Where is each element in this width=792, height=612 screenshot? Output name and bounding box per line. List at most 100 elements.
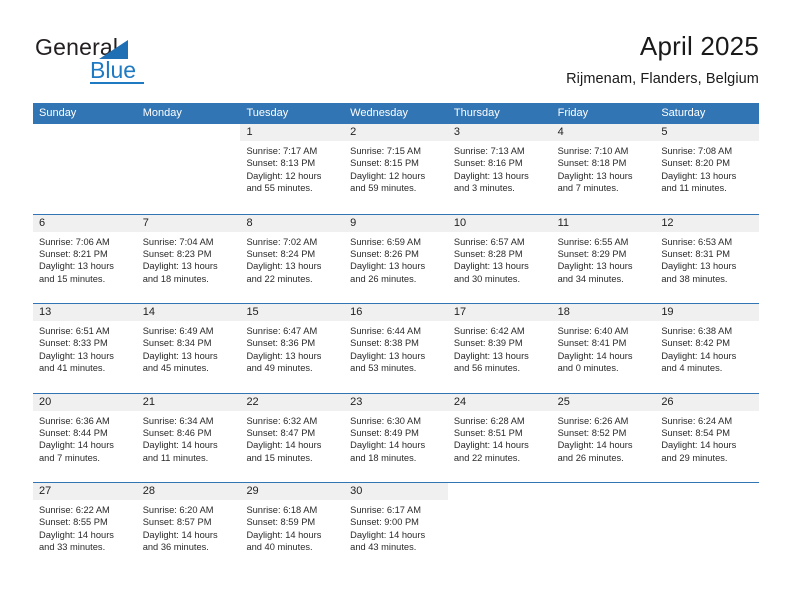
general-blue-logo[interactable]: General Blue: [33, 34, 213, 92]
day-sunset-text: Sunset: 8:55 PM: [39, 517, 108, 528]
day-sunrise-text: Sunrise: 6:57 AM: [453, 236, 525, 247]
day-sunrise-text: Sunrise: 6:42 AM: [453, 326, 525, 336]
day-cell-7[interactable]: 7 Sunrise: 7:04 AM Sunset: 8:23 PM Daylight…: [136, 214, 241, 304]
day-info: Sunrise: 6:26 AM Sunset: 8:52 PM Daylight:…: [552, 411, 656, 465]
day-daylight1-text: Daylight: 14 hours: [661, 350, 737, 361]
day-sunrise-text: Sunrise: 6:26 AM: [557, 415, 629, 426]
day-sunset-text: Sunset: 8:36 PM: [246, 338, 316, 349]
calendar-week-row: 27 Sunrise: 6:22 AM Sunset: 8:55 PM Dayligh…: [33, 482, 759, 572]
day-number: [655, 483, 759, 500]
day-daylight2-text: and 38 minutes.: [661, 273, 728, 284]
day-info: [137, 141, 241, 145]
day-daylight2-text: and 4 minutes.: [661, 363, 723, 374]
day-info: Sunrise: 6:17 AM Sunset: 9:00 PM Daylight:…: [344, 500, 448, 554]
day-daylight2-text: and 49 minutes.: [246, 363, 313, 374]
day-cell-25[interactable]: 25 Sunrise: 6:26 AM Sunset: 8:52 PM Dayligh…: [551, 393, 656, 483]
day-number: 4: [551, 124, 656, 141]
day-cell-23[interactable]: 23 Sunrise: 6:30 AM Sunset: 8:49 PM Dayligh…: [344, 393, 448, 483]
day-info: Sunrise: 7:04 AM Sunset: 8:23 PM Daylight:…: [137, 232, 241, 286]
day-cell-16[interactable]: 16 Sunrise: 6:44 AM Sunset: 8:38 PM Dayligh…: [344, 304, 448, 393]
day-sunset-text: Sunset: 8:20 PM: [661, 158, 731, 169]
day-cell-14[interactable]: 14 Sunrise: 6:49 AM Sunset: 8:34 PM Dayligh…: [136, 304, 241, 393]
day-sunset-text: Sunset: 8:23 PM: [142, 248, 212, 259]
day-cell-21[interactable]: 21 Sunrise: 6:34 AM Sunset: 8:46 PM Dayligh…: [136, 393, 241, 483]
day-sunset-text: Sunset: 8:29 PM: [557, 248, 627, 259]
day-cell-18[interactable]: 18 Sunrise: 6:40 AM Sunset: 8:41 PM Dayligh…: [551, 304, 656, 393]
day-number: 1: [240, 124, 345, 141]
day-daylight1-text: Daylight: 12 hours: [350, 170, 426, 181]
day-cell-13[interactable]: 13 Sunrise: 6:51 AM Sunset: 8:33 PM Dayligh…: [33, 304, 137, 393]
day-sunrise-text: Sunrise: 6:32 AM: [246, 415, 318, 426]
day-daylight2-text: and 29 minutes.: [661, 452, 728, 463]
day-sunrise-text: Sunrise: 6:55 AM: [557, 236, 629, 247]
logo-text-blue: Blue: [90, 57, 137, 83]
day-cell-10[interactable]: 10 Sunrise: 6:57 AM Sunset: 8:28 PM Dayligh…: [447, 214, 552, 304]
page-title: April 2025: [639, 31, 759, 61]
day-daylight1-text: Daylight: 14 hours: [246, 440, 322, 451]
day-cell-29[interactable]: 29 Sunrise: 6:18 AM Sunset: 8:59 PM Dayligh…: [240, 483, 345, 572]
day-number: 28: [136, 483, 241, 500]
day-daylight1-text: Daylight: 14 hours: [39, 440, 114, 451]
day-info: Sunrise: 6:24 AM Sunset: 8:54 PM Daylight:…: [655, 411, 759, 465]
day-cell-17[interactable]: 17 Sunrise: 6:42 AM Sunset: 8:39 PM Dayligh…: [447, 304, 552, 393]
day-number: 20: [33, 393, 137, 411]
day-info: Sunrise: 6:53 AM Sunset: 8:31 PM Daylight:…: [655, 232, 759, 286]
day-cell-8[interactable]: 8 Sunrise: 7:02 AM Sunset: 8:24 PM Daylight…: [240, 214, 345, 304]
day-sunrise-text: Sunrise: 6:59 AM: [350, 236, 421, 247]
day-sunset-text: Sunset: 8:42 PM: [661, 338, 731, 349]
day-daylight2-text: and 36 minutes.: [142, 542, 209, 553]
day-info: Sunrise: 6:51 AM Sunset: 8:33 PM Daylight:…: [33, 321, 137, 375]
day-cell-19[interactable]: 19 Sunrise: 6:38 AM Sunset: 8:42 PM Dayligh…: [655, 304, 760, 393]
day-sunset-text: Sunset: 8:33 PM: [39, 338, 108, 349]
day-cell-28[interactable]: 28 Sunrise: 6:20 AM Sunset: 8:57 PM Dayligh…: [136, 483, 241, 572]
day-number: 25: [551, 393, 656, 411]
day-number: 24: [447, 393, 552, 411]
day-cell-22[interactable]: 22 Sunrise: 6:32 AM Sunset: 8:47 PM Dayligh…: [240, 393, 345, 483]
day-cell-11[interactable]: 11 Sunrise: 6:55 AM Sunset: 8:29 PM Dayligh…: [551, 214, 656, 304]
weekday-header-saturday: Saturday: [661, 107, 706, 119]
day-daylight1-text: Daylight: 14 hours: [142, 440, 218, 451]
day-cell-5[interactable]: 5 Sunrise: 7:08 AM Sunset: 8:20 PM Daylight…: [655, 124, 760, 214]
weekday-header-wednesday: Wednesday: [350, 107, 409, 119]
day-number: 16: [344, 304, 448, 321]
day-cell-24[interactable]: 24 Sunrise: 6:28 AM Sunset: 8:51 PM Dayligh…: [447, 393, 552, 483]
day-cell-2[interactable]: 2 Sunrise: 7:15 AM Sunset: 8:15 PM Daylight…: [344, 124, 448, 214]
day-cell-26[interactable]: 26 Sunrise: 6:24 AM Sunset: 8:54 PM Dayligh…: [655, 393, 760, 483]
day-cell-20[interactable]: 20 Sunrise: 6:36 AM Sunset: 8:44 PM Dayligh…: [33, 393, 137, 483]
day-cell-27[interactable]: 27 Sunrise: 6:22 AM Sunset: 8:55 PM Dayligh…: [33, 483, 137, 572]
day-cell-6[interactable]: 6 Sunrise: 7:06 AM Sunset: 8:21 PM Daylight…: [33, 214, 137, 304]
day-daylight2-text: and 11 minutes.: [661, 183, 727, 194]
day-daylight1-text: Daylight: 13 hours: [453, 170, 529, 181]
day-daylight2-text: and 18 minutes.: [350, 452, 417, 463]
day-cell-30[interactable]: 30 Sunrise: 6:17 AM Sunset: 9:00 PM Dayligh…: [344, 483, 448, 572]
day-daylight2-text: and 45 minutes.: [142, 363, 209, 374]
day-number: 29: [240, 483, 345, 500]
day-daylight1-text: Daylight: 14 hours: [39, 529, 114, 540]
day-sunset-text: Sunset: 8:49 PM: [350, 427, 419, 438]
day-info: Sunrise: 6:38 AM Sunset: 8:42 PM Daylight:…: [655, 321, 759, 375]
logo-underline: [90, 82, 144, 84]
day-sunset-text: Sunset: 8:54 PM: [661, 427, 731, 438]
day-daylight2-text: and 22 minutes.: [453, 452, 521, 463]
weekday-header-sunday: Sunday: [39, 107, 77, 119]
day-daylight2-text: and 59 minutes.: [350, 183, 417, 194]
day-cell-4[interactable]: 4 Sunrise: 7:10 AM Sunset: 8:18 PM Daylight…: [551, 124, 656, 214]
day-number: 26: [655, 393, 760, 411]
day-cell-1[interactable]: 1 Sunrise: 7:17 AM Sunset: 8:13 PM Daylight…: [240, 124, 345, 214]
day-cell-3[interactable]: 3 Sunrise: 7:13 AM Sunset: 8:16 PM Daylight…: [447, 124, 552, 214]
day-daylight2-text: and 22 minutes.: [246, 273, 313, 284]
day-info: Sunrise: 7:17 AM Sunset: 8:13 PM Daylight:…: [240, 141, 344, 195]
day-sunrise-text: Sunrise: 7:13 AM: [453, 146, 525, 156]
day-sunset-text: Sunset: 8:57 PM: [142, 517, 212, 528]
day-sunrise-text: Sunrise: 6:30 AM: [350, 415, 421, 426]
day-info: [448, 500, 552, 504]
page-header: General Blue April 2025 Rijmenam, Flande…: [33, 30, 759, 96]
day-sunrise-text: Sunrise: 6:53 AM: [661, 236, 733, 247]
day-sunrise-text: Sunrise: 7:06 AM: [39, 236, 110, 247]
day-cell-9[interactable]: 9 Sunrise: 6:59 AM Sunset: 8:26 PM Daylight…: [344, 214, 448, 304]
day-cell-15[interactable]: 15 Sunrise: 6:47 AM Sunset: 8:36 PM Dayligh…: [240, 304, 345, 393]
day-cell-12[interactable]: 12 Sunrise: 6:53 AM Sunset: 8:31 PM Dayligh…: [655, 214, 760, 304]
day-daylight2-text: and 56 minutes.: [453, 363, 521, 374]
day-sunrise-text: Sunrise: 6:34 AM: [142, 415, 214, 426]
day-daylight2-text: and 0 minutes.: [557, 363, 619, 374]
